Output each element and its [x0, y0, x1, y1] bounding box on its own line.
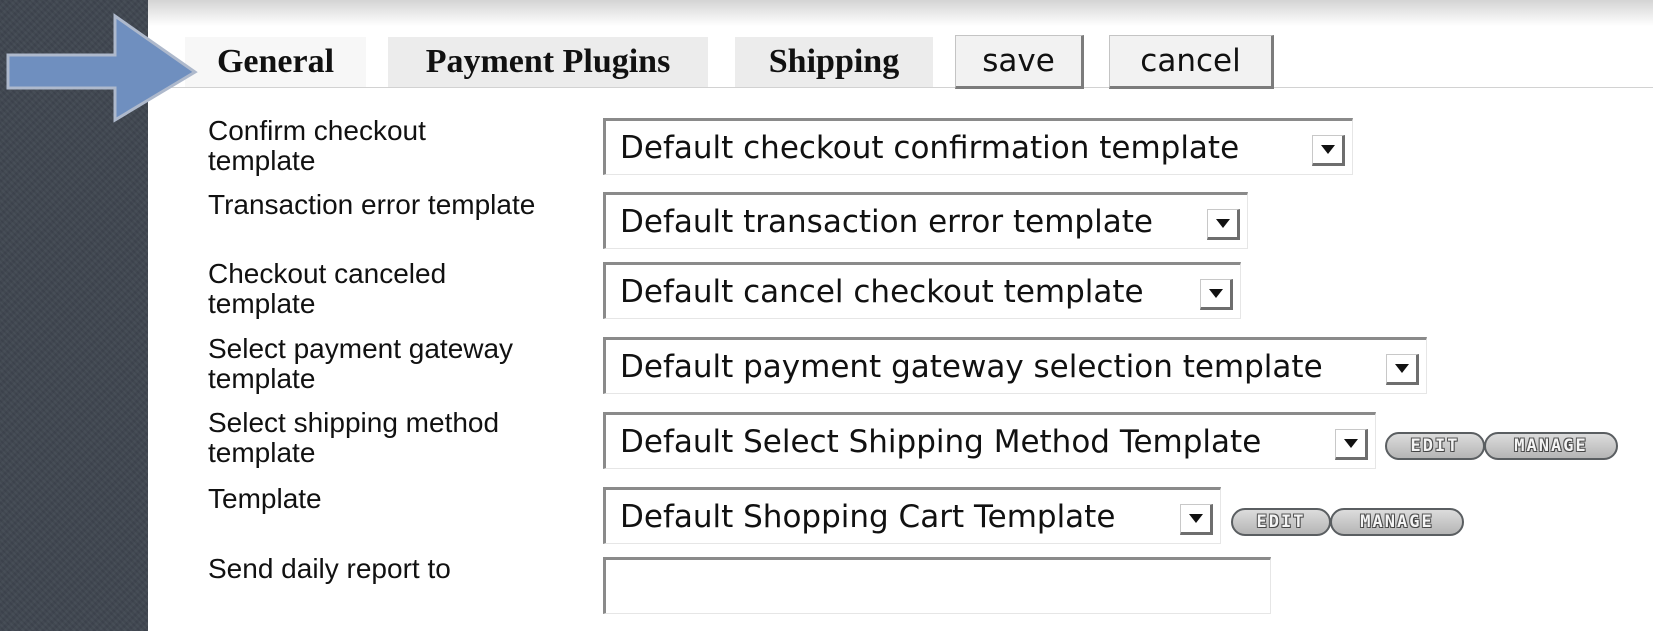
tab-shipping[interactable]: Shipping	[735, 37, 933, 87]
shipping-method-value: Default Select Shipping Method Template	[620, 423, 1262, 460]
tab-general[interactable]: General	[185, 37, 366, 87]
field-label-daily-report: Send daily report to	[208, 553, 451, 584]
edit-shipping-method-button[interactable]: EDIT	[1385, 432, 1485, 460]
field-label-shipping-method: Select shipping method template	[208, 407, 500, 468]
checkout-canceled-select[interactable]: Default cancel checkout template	[603, 262, 1241, 319]
cancel-button[interactable]: cancel	[1109, 35, 1274, 89]
transaction-error-value: Default transaction error template	[620, 203, 1153, 240]
dropdown-arrow-icon[interactable]	[1180, 504, 1213, 535]
dropdown-arrow-icon[interactable]	[1386, 354, 1419, 385]
field-label-payment-gateway: Select payment gateway template	[208, 333, 514, 394]
save-button[interactable]: save	[955, 35, 1084, 89]
tab-payment-plugins[interactable]: Payment Plugins	[388, 37, 708, 87]
manage-template-button[interactable]: MANAGE	[1330, 508, 1464, 536]
settings-panel: General Payment Plugins Shipping save ca…	[148, 0, 1653, 631]
field-label-template: Template	[208, 483, 322, 514]
dropdown-arrow-icon[interactable]	[1207, 209, 1240, 240]
template-value: Default Shopping Cart Template	[620, 498, 1116, 535]
payment-gateway-value: Default payment gateway selection templa…	[620, 348, 1323, 385]
checkout-canceled-value: Default cancel checkout template	[620, 273, 1144, 310]
dropdown-arrow-icon[interactable]	[1335, 429, 1368, 460]
field-label-confirm-checkout: Confirm checkout template	[208, 115, 426, 176]
field-label-checkout-canceled: Checkout canceled template	[208, 258, 447, 319]
pointer-arrow-icon	[6, 13, 198, 123]
field-label-transaction-error: Transaction error template	[208, 189, 536, 220]
dropdown-arrow-icon[interactable]	[1312, 135, 1345, 166]
confirm-checkout-select[interactable]: Default checkout confirmation template	[603, 118, 1353, 175]
daily-report-email-input[interactable]	[603, 557, 1271, 614]
transaction-error-select[interactable]: Default transaction error template	[603, 192, 1248, 249]
dropdown-arrow-icon[interactable]	[1200, 279, 1233, 310]
manage-shipping-method-button[interactable]: MANAGE	[1484, 432, 1618, 460]
confirm-checkout-value: Default checkout confirmation template	[620, 129, 1240, 166]
tab-bar: General Payment Plugins Shipping save ca…	[148, 0, 1653, 89]
shipping-method-select[interactable]: Default Select Shipping Method Template	[603, 412, 1376, 469]
payment-gateway-select[interactable]: Default payment gateway selection templa…	[603, 337, 1427, 394]
edit-template-button[interactable]: EDIT	[1231, 508, 1331, 536]
template-select[interactable]: Default Shopping Cart Template	[603, 487, 1221, 544]
